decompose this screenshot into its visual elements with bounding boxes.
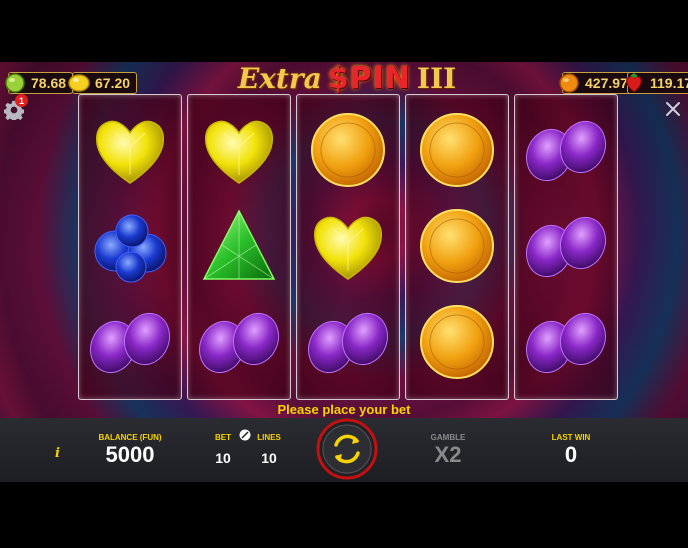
reel-1 [78,94,182,400]
logo-extra: Extra [237,61,322,95]
green-triangle-gem-icon [202,209,276,280]
reel-2 [187,94,291,400]
logo-three: III [416,61,457,95]
game-stage: Extra $PIN III 78.68 67.20 427.97 119.17… [0,0,688,548]
reel-5 [514,94,618,400]
lemon-icon [68,74,90,92]
purple-amethyst-pair-icon [525,216,607,278]
last-win-value: 0 [564,442,578,467]
balance-label: BALANCE (FUN) [98,433,162,442]
strawberry-icon [626,73,642,93]
status-message: Please place your bet [277,402,411,417]
gold-coin-icon [420,113,494,187]
purple-amethyst-pair-icon [89,312,171,374]
yellow-heart-gem-icon [95,120,165,184]
jackpot-lime: 78.68 [5,72,74,94]
gold-coin-icon [420,209,494,283]
lines-value[interactable]: 10 [252,450,286,466]
jackpot-strawberry: 119.17 [626,72,688,94]
jackpot-lemon: 67.20 [68,72,138,94]
purple-amethyst-pair-icon [198,312,280,374]
last-win-label: LAST WIN [551,433,591,442]
jackpot-strawberry-value: 119.17 [650,75,688,91]
game-logo: Extra $PIN III [238,58,456,98]
jackpot-lemon-value: 67.20 [95,75,131,91]
close-icon[interactable] [664,100,682,118]
gold-coin-icon [420,305,494,379]
blue-sapphire-cluster-icon [94,214,167,283]
gold-coin-icon [311,113,385,187]
info-button[interactable]: i [55,446,60,461]
logo-spin: $PIN [327,60,411,96]
reel-3 [296,94,400,400]
gamble-label: GAMBLE [430,433,466,442]
purple-amethyst-pair-icon [307,312,389,374]
coin-icon [239,429,251,441]
yellow-heart-gem-icon [313,216,383,280]
lime-icon [5,73,25,93]
orange-icon [559,73,579,93]
gamble-value[interactable]: X2 [428,442,468,468]
purple-amethyst-pair-icon [525,120,607,182]
lines-label: LINES [257,433,281,442]
bet-value[interactable]: 10 [208,450,238,466]
reel-4 [405,94,509,400]
spin-button[interactable] [316,418,378,480]
bet-label: BET [215,433,231,442]
jackpot-lime-value: 78.68 [31,75,67,91]
purple-amethyst-pair-icon [525,312,607,374]
notification-badge: 1 [15,94,28,107]
yellow-heart-gem-icon [204,120,274,184]
balance-value: 5000 [105,442,155,467]
